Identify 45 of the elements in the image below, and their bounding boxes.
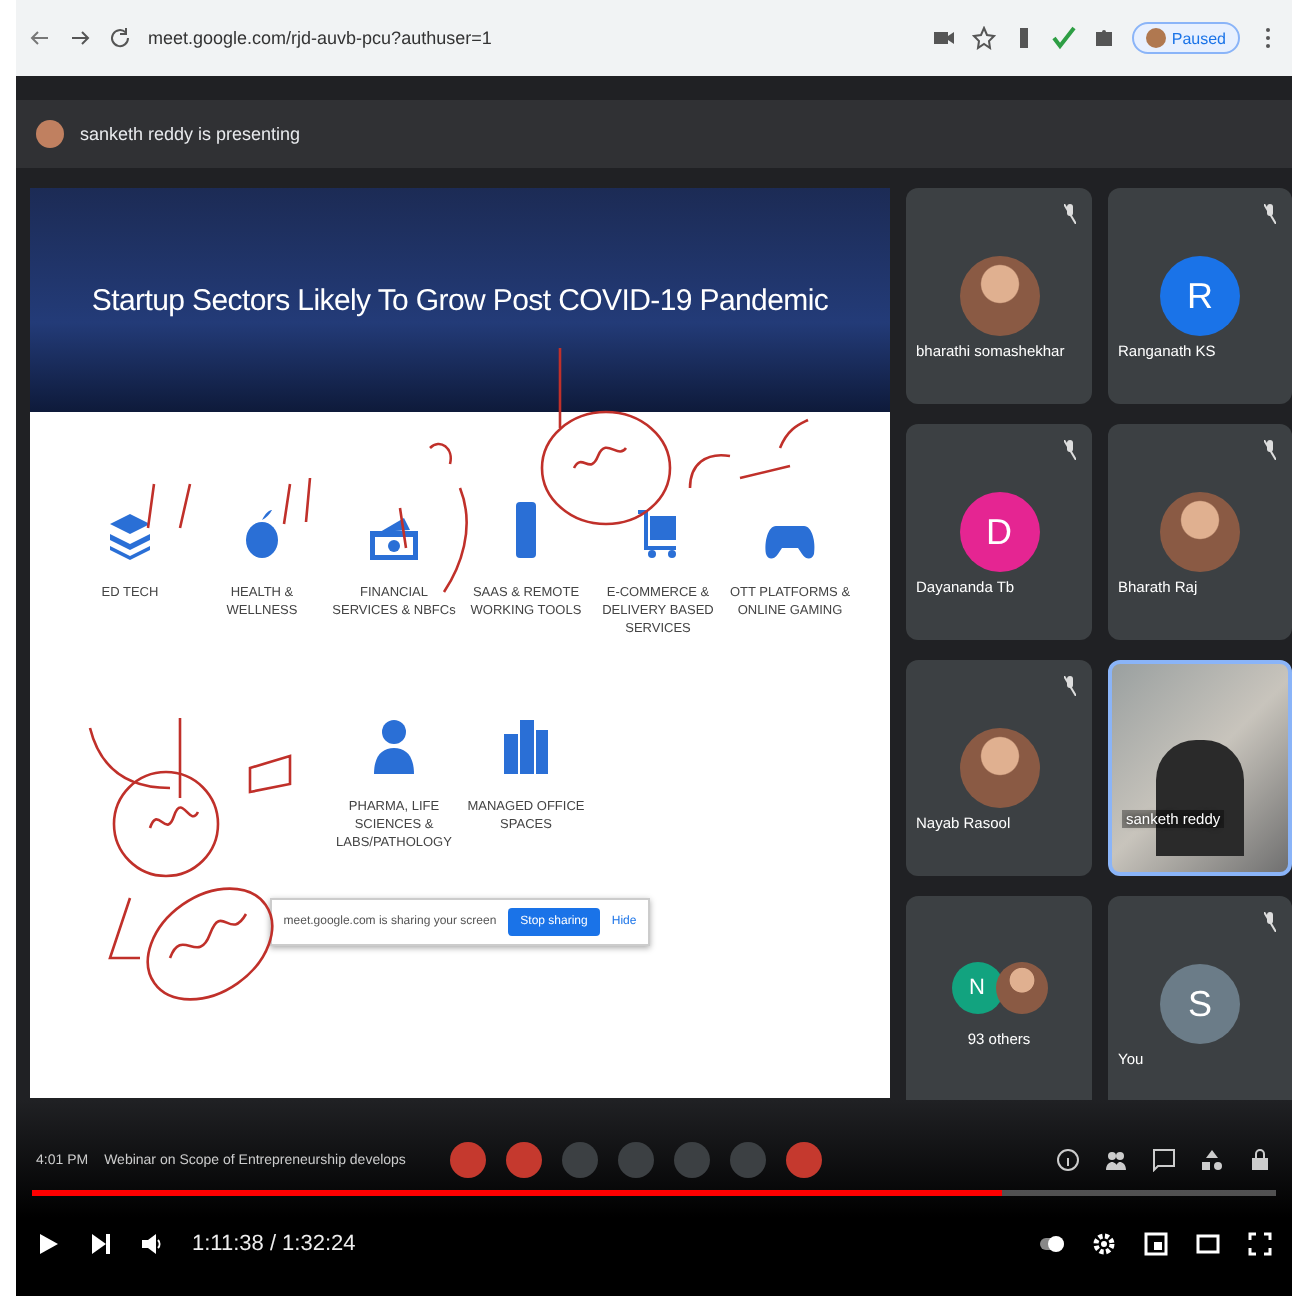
avatar-photo [1160, 492, 1240, 572]
presenting-label: sanketh reddy is presenting [80, 124, 301, 144]
reload-icon[interactable] [108, 26, 132, 50]
video-time: 1:11:38 / 1:32:24 [192, 1232, 356, 1256]
fullscreen-icon[interactable] [1248, 1232, 1272, 1256]
person-icon [372, 718, 416, 775]
autoplay-toggle-icon[interactable] [1040, 1232, 1064, 1256]
leave-call-button[interactable] [785, 1142, 822, 1178]
mic-off-button[interactable] [449, 1142, 486, 1178]
profile-button[interactable]: Paused [1131, 22, 1240, 54]
next-icon[interactable] [88, 1232, 112, 1256]
cash-icon [370, 516, 418, 560]
info-icon[interactable] [1056, 1148, 1080, 1172]
star-icon[interactable] [971, 26, 996, 50]
avatar-photo [959, 728, 1039, 808]
check-icon[interactable] [1051, 26, 1076, 50]
miniplayer-icon[interactable] [1144, 1232, 1168, 1256]
avatar-photo [959, 256, 1039, 336]
avatar: D [959, 492, 1039, 572]
gamepad-icon [764, 524, 816, 560]
theater-mode-icon[interactable] [1196, 1232, 1220, 1256]
avatar: S [1160, 964, 1240, 1044]
apple-icon [244, 508, 280, 560]
layers-icon [108, 512, 152, 560]
phone-icon [514, 500, 538, 560]
play-icon[interactable] [36, 1232, 60, 1256]
puzzle-icon[interactable] [1091, 26, 1116, 50]
people-icon[interactable] [1104, 1148, 1128, 1172]
forward-icon[interactable] [68, 26, 92, 50]
cart-icon [636, 508, 680, 560]
back-icon[interactable] [28, 26, 52, 50]
avatar: N [951, 961, 1003, 1013]
camera-icon[interactable] [931, 26, 956, 50]
address-bar[interactable]: meet.google.com/rjd-auvb-pcu?authuser=1 [148, 28, 916, 48]
lock-icon[interactable] [1248, 1148, 1272, 1172]
settings-icon[interactable] [1092, 1232, 1116, 1256]
avatar: R [1160, 256, 1240, 336]
slide-title: Startup Sectors Likely To Grow Post COVID-19 Pandemic [91, 283, 829, 317]
chat-icon[interactable] [1152, 1148, 1176, 1172]
volume-icon[interactable] [140, 1232, 164, 1256]
avatar-photo [995, 961, 1047, 1013]
presenter-avatar [36, 120, 64, 148]
camera-off-button[interactable] [505, 1142, 542, 1178]
buildings-icon [502, 718, 550, 775]
shapes-icon[interactable] [1200, 1148, 1224, 1172]
